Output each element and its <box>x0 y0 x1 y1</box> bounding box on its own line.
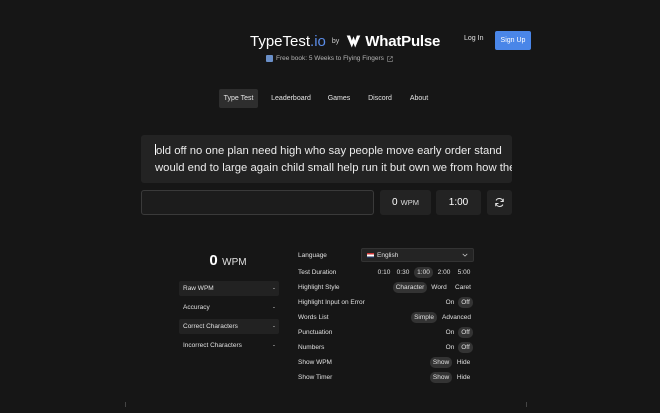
setting-highlight-input-label: Highlight Input on Error <box>298 298 365 306</box>
setting-numbers-label: Numbers <box>298 343 325 351</box>
highlight-input-off[interactable]: Off <box>458 297 473 308</box>
duration-option-5-00[interactable]: 5:00 <box>455 267 473 278</box>
stat-label: Correct Characters <box>183 323 238 330</box>
result-wpm: 0 WPM <box>178 252 278 270</box>
duration-option-1-00[interactable]: 1:00 <box>414 267 433 278</box>
duration-option-0-10[interactable]: 0:10 <box>375 267 393 278</box>
stat-value: - <box>272 304 275 311</box>
highlight-style-caret[interactable]: Caret <box>452 282 474 293</box>
result-wpm-unit: WPM <box>222 257 247 268</box>
live-wpm-display: 0 WPM <box>380 190 431 215</box>
language-select[interactable]: English <box>361 248 474 262</box>
timer-display: 1:00 <box>436 190 481 215</box>
logo-io-text: .io <box>310 32 326 50</box>
show-timer-show[interactable]: Show <box>430 372 452 383</box>
scroll-marker-left <box>125 402 126 407</box>
stat-row-correct-characters: Correct Characters - <box>179 319 279 334</box>
duration-option-0-30[interactable]: 0:30 <box>394 267 412 278</box>
show-timer-hide[interactable]: Hide <box>454 372 473 383</box>
logo-text: TypeTest <box>250 32 311 50</box>
words-line-1: old off no one plan need high who say pe… <box>156 145 502 157</box>
numbers-on[interactable]: On <box>443 342 457 353</box>
uk-flag-icon <box>367 252 374 258</box>
nav-games[interactable]: Games <box>325 89 353 108</box>
refresh-icon <box>495 198 504 207</box>
live-wpm-value: 0 <box>392 197 398 208</box>
result-wpm-value: 0 <box>209 252 218 269</box>
words-line-2: would end to large again child small hel… <box>155 162 512 174</box>
nav-discord[interactable]: Discord <box>365 89 395 108</box>
words-list-simple[interactable]: Simple <box>411 312 437 323</box>
signup-button[interactable]: Sign Up <box>495 31 531 50</box>
restart-button[interactable] <box>487 190 512 215</box>
login-link[interactable]: Log In <box>464 35 483 42</box>
setting-show-wpm-label: Show WPM <box>298 358 332 366</box>
setting-show-timer-label: Show Timer <box>298 373 333 381</box>
stat-label: Incorrect Characters <box>183 342 242 349</box>
setting-highlight-style-label: Highlight Style <box>298 283 340 291</box>
nav-leaderboard[interactable]: Leaderboard <box>268 89 314 108</box>
free-book-label: Free book: 5 Weeks to Flying Fingers <box>276 55 384 62</box>
chevron-down-icon <box>462 253 468 257</box>
setting-words-list-label: Words List <box>298 313 329 321</box>
language-value: English <box>377 251 399 259</box>
book-icon <box>266 55 273 62</box>
words-list-advanced[interactable]: Advanced <box>440 312 473 323</box>
nav-about[interactable]: About <box>407 89 431 108</box>
stat-row-incorrect-characters: Incorrect Characters - <box>179 338 279 353</box>
whatpulse-logo-icon <box>346 35 361 47</box>
whatpulse-brand-text: WhatPulse <box>365 32 441 50</box>
stat-value: - <box>272 285 275 292</box>
setting-duration-label: Test Duration <box>298 268 337 276</box>
setting-punctuation-label: Punctuation <box>298 328 333 336</box>
free-book-link[interactable]: Free book: 5 Weeks to Flying Fingers <box>266 55 393 62</box>
stat-value: - <box>272 342 275 349</box>
punctuation-on[interactable]: On <box>443 327 457 338</box>
highlight-input-on[interactable]: On <box>443 297 457 308</box>
highlight-style-character[interactable]: Character <box>393 282 427 293</box>
logo-by-text: by <box>331 37 340 45</box>
show-wpm-show[interactable]: Show <box>430 357 452 368</box>
stat-label: Accuracy <box>183 304 210 311</box>
nav-type-test[interactable]: Type Test <box>219 89 258 108</box>
duration-option-2-00[interactable]: 2:00 <box>435 267 453 278</box>
stat-row-raw-wpm: Raw WPM - <box>179 281 279 296</box>
typing-input[interactable] <box>141 190 374 215</box>
words-display: old off no one plan need high who say pe… <box>141 135 512 183</box>
site-logo[interactable]: TypeTest .io by WhatPulse <box>250 30 440 52</box>
punctuation-off[interactable]: Off <box>458 327 473 338</box>
setting-language-label: Language <box>298 251 327 259</box>
stat-value: - <box>272 323 275 330</box>
scroll-marker-right <box>526 402 527 407</box>
stat-row-accuracy: Accuracy - <box>179 300 279 315</box>
external-link-icon <box>387 55 393 62</box>
stat-label: Raw WPM <box>183 285 214 292</box>
show-wpm-hide[interactable]: Hide <box>454 357 473 368</box>
numbers-off[interactable]: Off <box>458 342 473 353</box>
live-wpm-unit: WPM <box>400 198 419 207</box>
highlight-style-word[interactable]: Word <box>429 282 449 293</box>
